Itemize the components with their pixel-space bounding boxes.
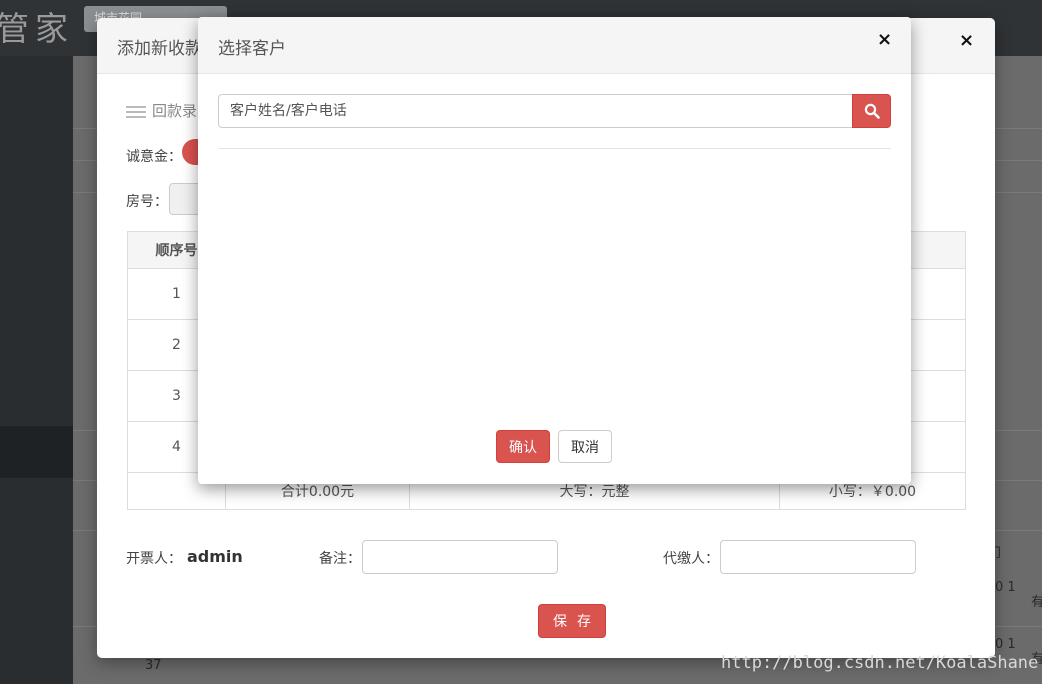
app-sidebar bbox=[0, 56, 73, 684]
cancel-button[interactable]: 取消 bbox=[558, 430, 612, 463]
search-icon bbox=[864, 103, 880, 119]
bg-row-number: 37 bbox=[145, 658, 162, 673]
modal-title: 添加新收款 bbox=[117, 39, 202, 59]
invoice-issuer-value: admin bbox=[187, 547, 243, 566]
bg-cell: 有 bbox=[1031, 595, 1042, 610]
close-icon[interactable]: × bbox=[959, 30, 974, 51]
watermark: http://blog.csdn.net/KoalaShane bbox=[721, 653, 1039, 673]
bg-cell: 0 1 bbox=[995, 637, 1016, 652]
close-icon[interactable]: × bbox=[877, 29, 892, 50]
section-title-text: 回款录 bbox=[152, 102, 198, 120]
divider bbox=[218, 148, 891, 149]
note-label: 备注： bbox=[319, 551, 361, 567]
save-button[interactable]: 保存 bbox=[538, 604, 606, 638]
confirm-button[interactable]: 确认 bbox=[496, 430, 550, 463]
section-title: 回款录 bbox=[126, 100, 197, 121]
search-button[interactable] bbox=[852, 94, 891, 128]
customer-search-input[interactable] bbox=[218, 94, 852, 128]
deposit-label: 诚意金： bbox=[126, 149, 182, 165]
room-label: 房号： bbox=[126, 194, 168, 210]
bg-cell: 0 1 bbox=[995, 580, 1016, 595]
note-input[interactable] bbox=[362, 540, 558, 574]
app-logo: 管家 bbox=[0, 9, 74, 48]
sidebar-active-band bbox=[0, 426, 73, 478]
modal-header: 选择客户 × bbox=[198, 17, 911, 74]
invoice-issuer-label: 开票人： bbox=[126, 551, 182, 567]
select-customer-modal: 选择客户 × 确认 取消 bbox=[198, 17, 911, 484]
agent-input[interactable] bbox=[720, 540, 916, 574]
agent-label: 代缴人： bbox=[663, 551, 719, 567]
modal-title: 选择客户 bbox=[218, 39, 286, 59]
list-icon bbox=[126, 105, 146, 118]
